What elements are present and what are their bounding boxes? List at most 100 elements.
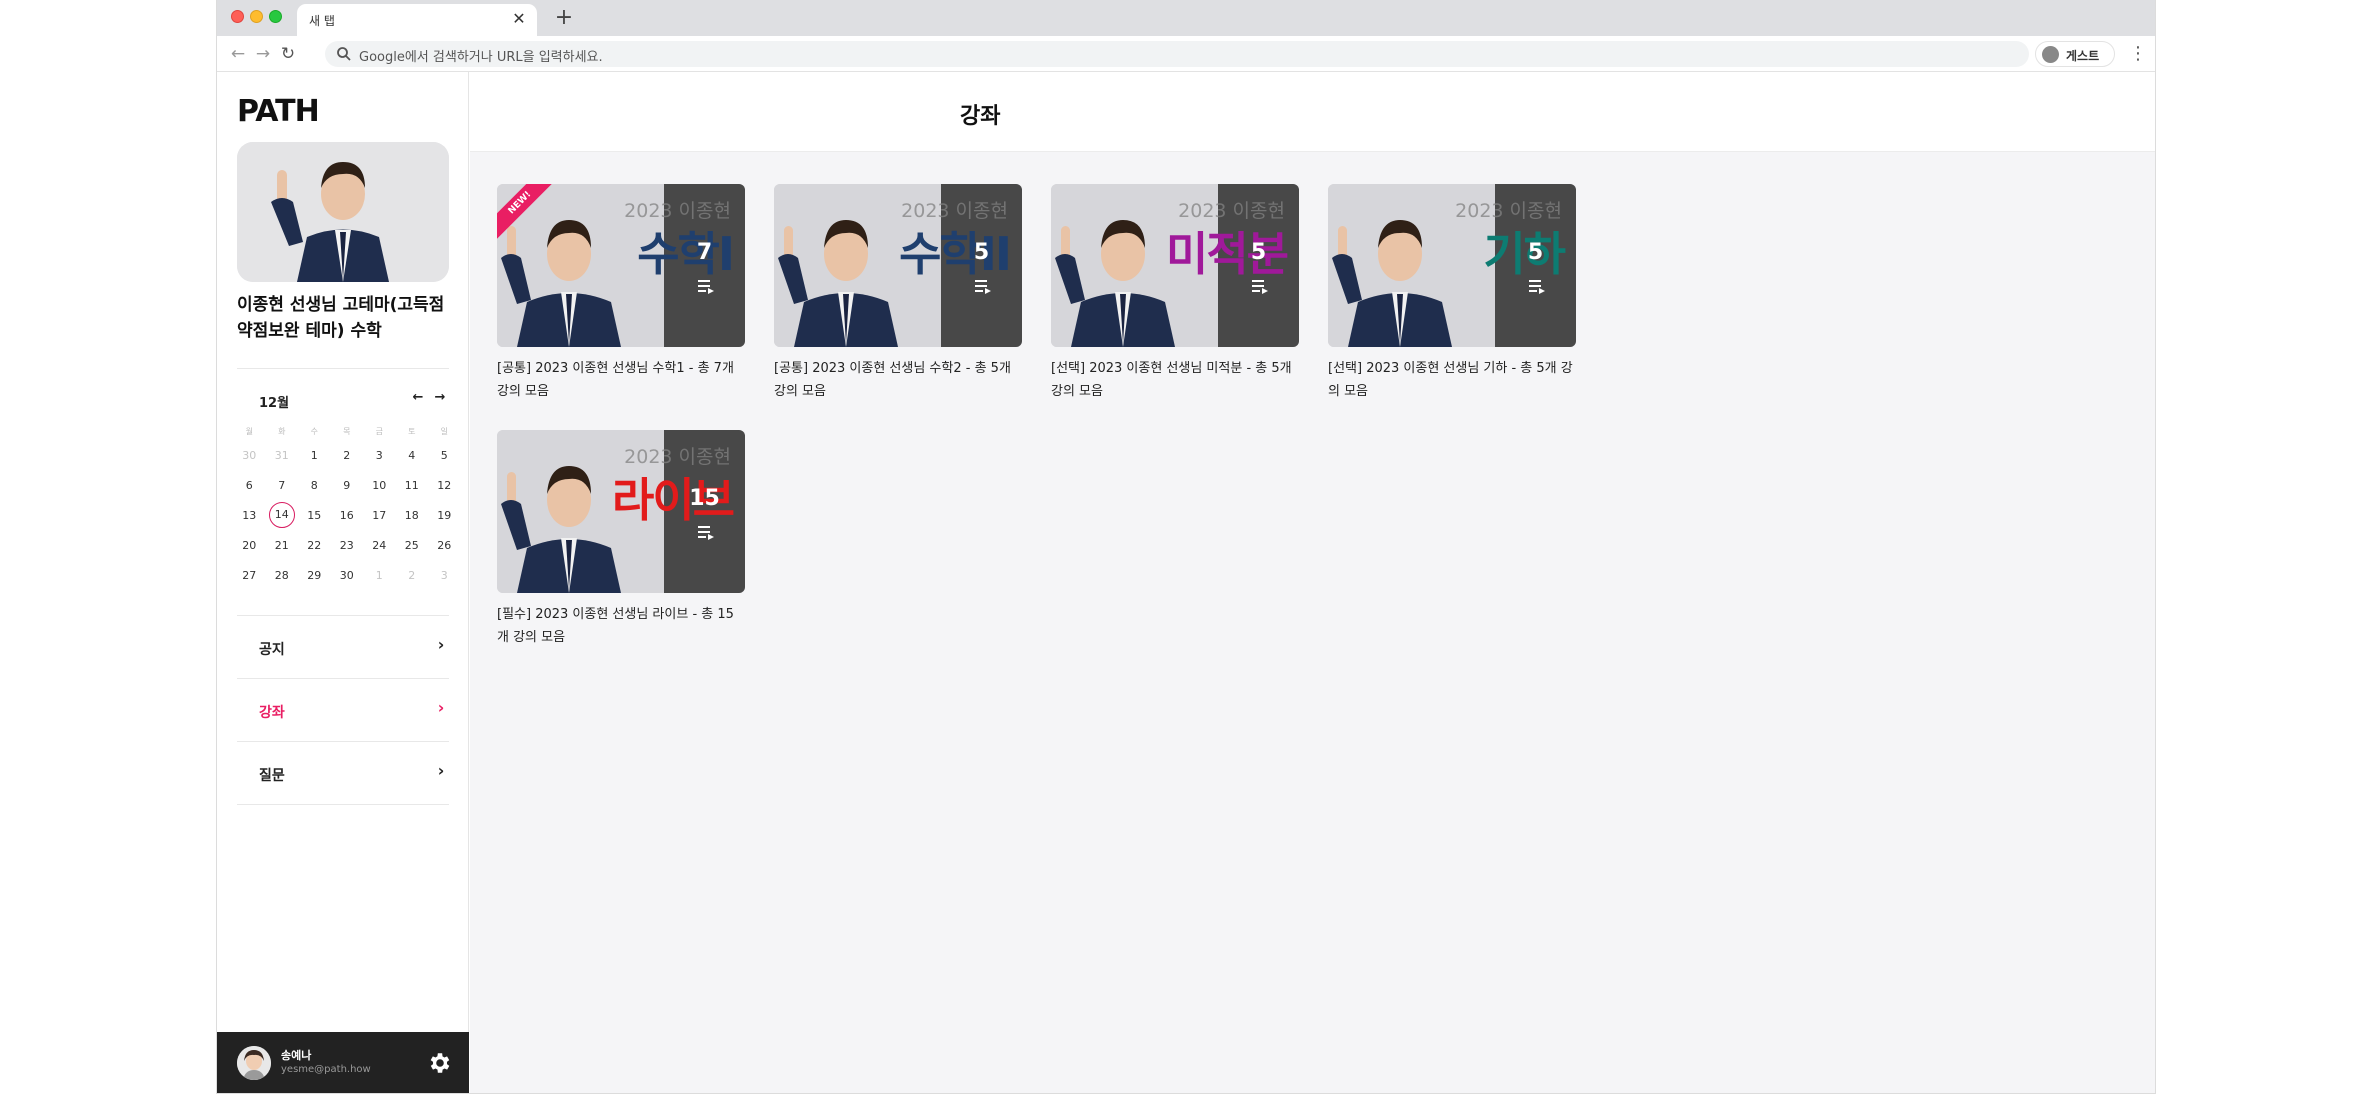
calendar-day[interactable]: 26 (428, 539, 461, 552)
gear-icon[interactable] (427, 1050, 453, 1076)
course-caption[interactable]: [공통] 2023 이종현 선생님 수학2 - 총 5개 강의 모음 (774, 357, 1022, 403)
calendar-day[interactable]: 8 (298, 479, 331, 492)
calendar-month: 12월 (259, 396, 290, 411)
user-email: yesme@path.how (281, 1064, 371, 1075)
calendar-day[interactable]: 4 (396, 449, 429, 462)
course-card[interactable]: 2023 이종현 기하 5 [선택] 2023 이종현 선생님 기하 - 총 5… (1328, 184, 1576, 403)
course-thumbnail[interactable]: 2023 이종현 미적분 5 (1051, 184, 1299, 347)
calendar-day[interactable]: 17 (363, 509, 396, 522)
user-bar: 송예나 yesme@path.how (217, 1032, 469, 1093)
course-card[interactable]: 2023 이종현 라이브 15 [필수] 2023 이종현 선생님 라이브 - … (497, 430, 745, 649)
address-bar-placeholder: Google에서 검색하거나 URL을 입력하세요. (359, 50, 603, 65)
calendar-day[interactable]: 5 (428, 449, 461, 462)
calendar-day[interactable]: 18 (396, 509, 429, 522)
divider (237, 804, 449, 805)
playlist-icon (698, 526, 714, 540)
course-card[interactable]: 2023 이종현 미적분 5 [선택] 2023 이종현 선생님 미적분 - 총… (1051, 184, 1299, 403)
browser-tab[interactable]: 새 탭 ✕ (297, 4, 537, 36)
calendar-day[interactable]: 3 (428, 569, 461, 582)
sidebar-item-notice[interactable]: 공지 › (237, 616, 449, 678)
course-card[interactable]: 2023 이종현 수학II 5 [공통] 2023 이종현 선생님 수학2 - … (774, 184, 1022, 403)
course-caption[interactable]: [선택] 2023 이종현 선생님 기하 - 총 5개 강의 모음 (1328, 357, 1576, 403)
sidebar-item-label: 공지 (259, 642, 285, 658)
calendar-week: 6 7 8 9 10 11 12 (233, 470, 461, 500)
minimize-window-button[interactable] (250, 10, 263, 23)
calendar-next-icon[interactable]: → (433, 390, 447, 405)
teacher-photo (237, 142, 449, 282)
back-arrow-icon[interactable]: ← (227, 42, 249, 66)
calendar-day[interactable]: 23 (331, 539, 364, 552)
calendar-day[interactable]: 10 (363, 479, 396, 492)
course-thumbnail[interactable]: 2023 이종현 라이브 15 (497, 430, 745, 593)
calendar-day[interactable]: 15 (298, 509, 331, 522)
calendar-day[interactable]: 24 (363, 539, 396, 552)
calendar-day[interactable]: 1 (363, 569, 396, 582)
course-caption[interactable]: [필수] 2023 이종현 선생님 라이브 - 총 15개 강의 모음 (497, 603, 745, 649)
lecture-count: 5 (1250, 240, 1267, 265)
course-caption[interactable]: [선택] 2023 이종현 선생님 미적분 - 총 5개 강의 모음 (1051, 357, 1299, 403)
divider (237, 368, 449, 369)
calendar-day[interactable]: 29 (298, 569, 331, 582)
calendar-week: 20 21 22 23 24 25 26 (233, 530, 461, 560)
browser-window: 새 탭 ✕ + ← → ↻ Google에서 검색하거나 URL을 입력하세요.… (216, 0, 2156, 1094)
close-window-button[interactable] (231, 10, 244, 23)
path-logo[interactable]: PATH (237, 94, 320, 129)
calendar-day[interactable]: 19 (428, 509, 461, 522)
calendar-day[interactable]: 27 (233, 569, 266, 582)
playlist-icon (1252, 280, 1268, 294)
calendar-day-today[interactable]: 14 (266, 502, 299, 528)
course-thumbnail[interactable]: 2023 이종현 기하 5 (1328, 184, 1576, 347)
calendar-day[interactable]: 31 (266, 449, 299, 462)
forward-arrow-icon[interactable]: → (252, 42, 274, 66)
maximize-window-button[interactable] (269, 10, 282, 23)
calendar-day[interactable]: 28 (266, 569, 299, 582)
chevron-right-icon: › (437, 698, 445, 717)
lecture-count: 5 (973, 240, 990, 265)
address-bar[interactable]: Google에서 검색하거나 URL을 입력하세요. (325, 41, 2029, 67)
sidebar-item-label: 강좌 (259, 705, 285, 721)
weekday-label: 화 (278, 426, 286, 436)
today-marker: 14 (268, 502, 295, 528)
main-content: 강좌 2023 이종현 수학I 7 NEW! [공통] 2023 이종현 선생님… (470, 72, 2155, 1093)
calendar-prev-icon[interactable]: ← (411, 390, 425, 405)
course-caption[interactable]: [공통] 2023 이종현 선생님 수학1 - 총 7개 강의 모음 (497, 357, 745, 403)
calendar-day[interactable]: 1 (298, 449, 331, 462)
course-thumbnail[interactable]: 2023 이종현 수학I 7 NEW! (497, 184, 745, 347)
profile-button[interactable]: 게스트 (2035, 41, 2115, 67)
close-tab-icon[interactable]: ✕ (509, 9, 529, 28)
course-card[interactable]: 2023 이종현 수학I 7 NEW! [공통] 2023 이종현 선생님 수학… (497, 184, 745, 403)
calendar-day[interactable]: 3 (363, 449, 396, 462)
calendar-day[interactable]: 12 (428, 479, 461, 492)
calendar-day[interactable]: 20 (233, 539, 266, 552)
sidebar-item-courses[interactable]: 강좌 › (237, 679, 449, 741)
calendar-day[interactable]: 13 (233, 509, 266, 522)
more-menu-icon[interactable]: ⋮ (2129, 42, 2147, 66)
calendar-day[interactable]: 2 (396, 569, 429, 582)
calendar-day[interactable]: 21 (266, 539, 299, 552)
browser-toolbar: ← → ↻ Google에서 검색하거나 URL을 입력하세요. 게스트 ⋮ (217, 36, 2155, 72)
tab-title: 새 탭 (309, 14, 335, 28)
avatar[interactable] (237, 1046, 271, 1080)
page-title: 강좌 (960, 104, 1001, 129)
chevron-right-icon: › (437, 635, 445, 654)
sidebar: PATH 이종현 선생님 고테마(고득점 약점보완 테마) 수학 12월 ← →… (217, 72, 469, 1093)
calendar-day[interactable]: 9 (331, 479, 364, 492)
calendar-day[interactable]: 11 (396, 479, 429, 492)
user-name: 송예나 (281, 1049, 312, 1062)
calendar-day[interactable]: 30 (233, 449, 266, 462)
avatar-image (237, 1046, 271, 1080)
sidebar-item-questions[interactable]: 질문 › (237, 742, 449, 804)
tab-bar: 새 탭 ✕ + (217, 0, 2155, 36)
course-thumbnail[interactable]: 2023 이종현 수학II 5 (774, 184, 1022, 347)
calendar-day[interactable]: 22 (298, 539, 331, 552)
reload-icon[interactable]: ↻ (277, 42, 299, 66)
calendar-day[interactable]: 25 (396, 539, 429, 552)
calendar-day[interactable]: 16 (331, 509, 364, 522)
calendar-day[interactable]: 7 (266, 479, 299, 492)
calendar-day[interactable]: 2 (331, 449, 364, 462)
calendar-day[interactable]: 30 (331, 569, 364, 582)
sidebar-item-label: 질문 (259, 768, 285, 784)
calendar-day[interactable]: 6 (233, 479, 266, 492)
new-tab-button[interactable]: + (551, 4, 577, 32)
weekday-label: 수 (310, 426, 318, 436)
